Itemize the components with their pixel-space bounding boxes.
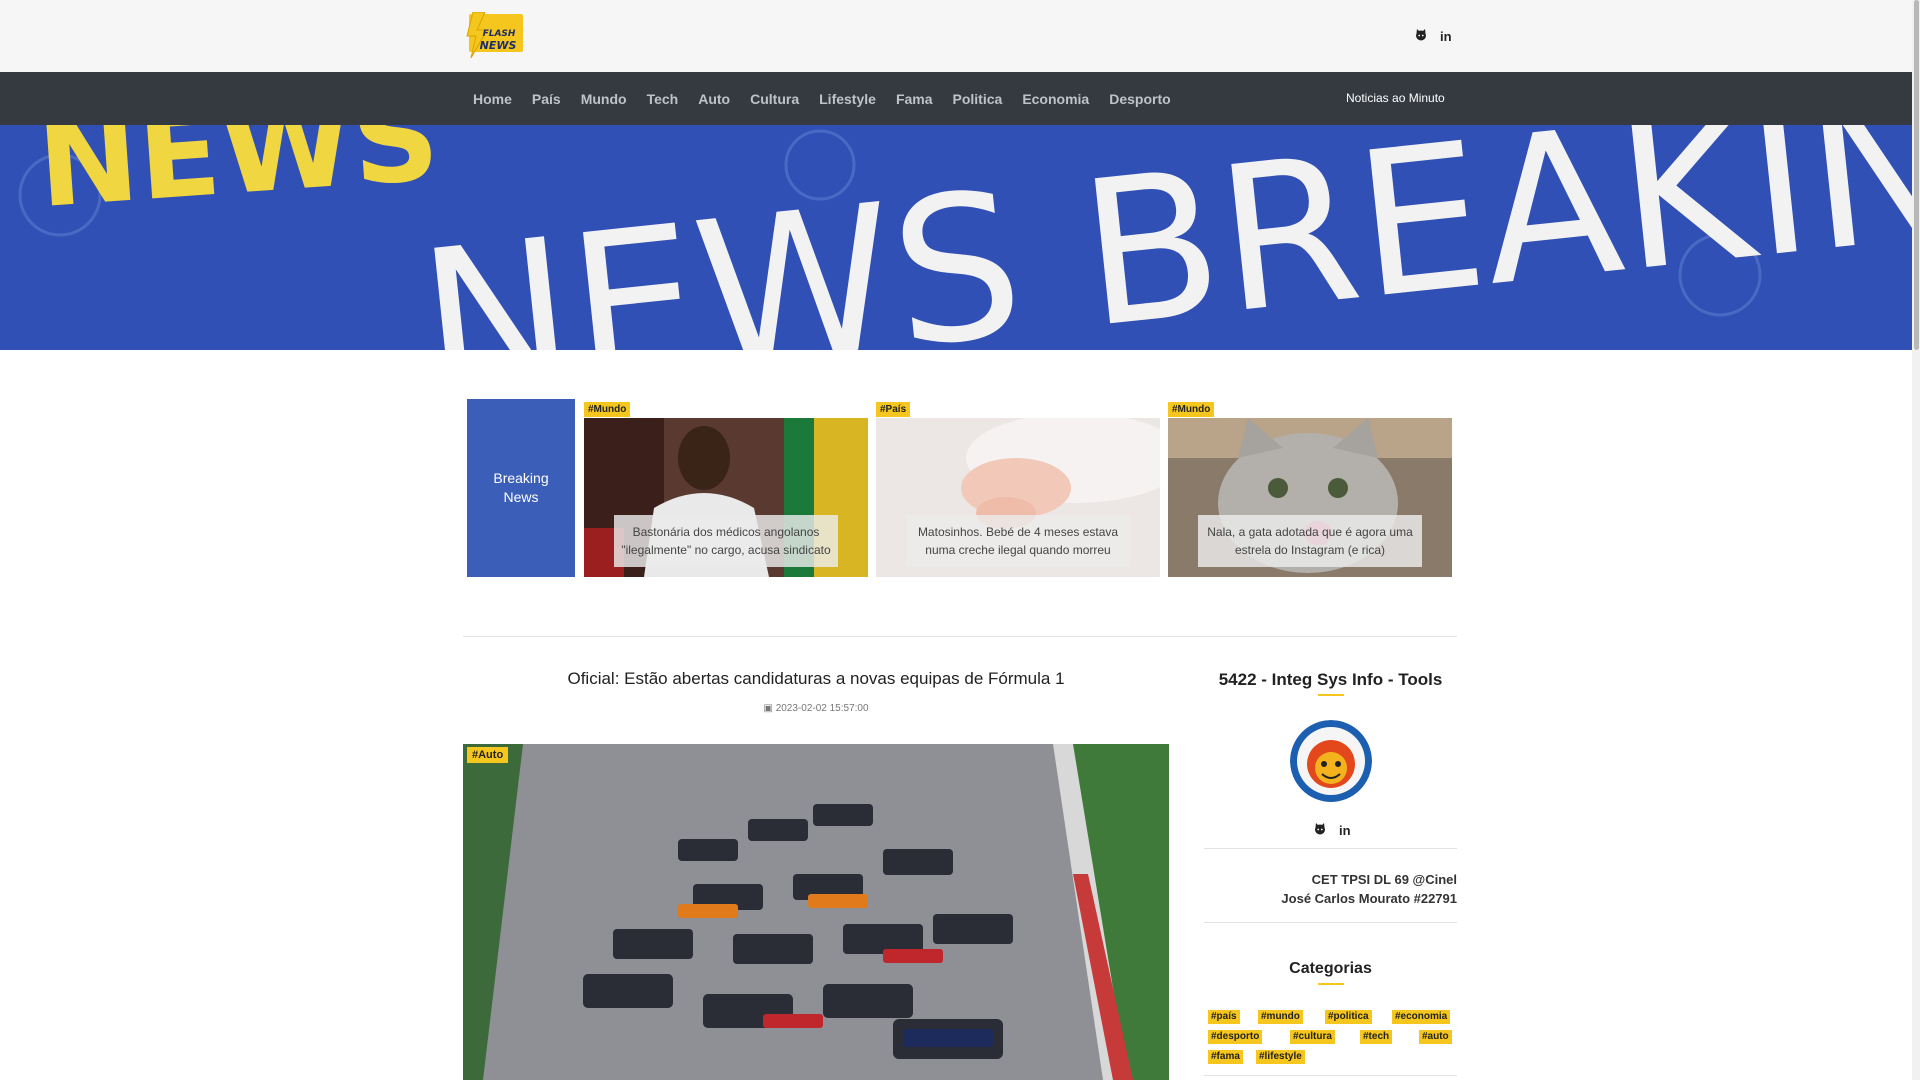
breaking-card-1-tag[interactable]: #Mundo — [584, 402, 631, 417]
category-tag-lifestyle[interactable]: #lifestyle — [1256, 1050, 1305, 1064]
breaking-card-2-caption[interactable]: Matosinhos. Bebé de 4 meses estava numa … — [906, 515, 1130, 567]
nav-item-politica[interactable]: Politica — [943, 91, 1013, 107]
categories-title-underline — [1318, 983, 1344, 985]
breaking-card-3-caption[interactable]: Nala, a gata adotada que é agora uma est… — [1198, 515, 1422, 567]
github-icon[interactable] — [1414, 28, 1428, 45]
nav-item-mundo[interactable]: Mundo — [571, 91, 637, 107]
category-tag-desporto[interactable]: #desporto — [1208, 1030, 1263, 1044]
article-title[interactable]: Oficial: Estão abertas candidaturas a no… — [463, 669, 1169, 689]
nav-item-tech[interactable]: Tech — [637, 91, 689, 107]
nav-item-economia[interactable]: Economia — [1012, 91, 1099, 107]
category-tag-fama[interactable]: #fama — [1208, 1050, 1243, 1064]
sidebar-info-line2: José Carlos Mourato #22791 — [1281, 891, 1457, 906]
sidebar-title: 5422 - Integ Sys Info - Tools — [1218, 670, 1443, 689]
github-icon[interactable] — [1313, 822, 1327, 839]
breaking-card-1-caption[interactable]: Bastonária dos médicos angolanos "ilegal… — [614, 515, 838, 567]
page-scrollbar-thumb[interactable] — [1914, 0, 1919, 350]
breaking-card-1[interactable]: #Mundo Bastonária dos médicos angolanos … — [584, 399, 868, 577]
breaking-news-label: Breaking News — [467, 399, 575, 577]
main-navbar: Home País Mundo Tech Auto Cultura Lifest… — [0, 72, 1920, 125]
category-tag-economia[interactable]: #economia — [1392, 1010, 1451, 1024]
nav-item-cultura[interactable]: Cultura — [740, 91, 809, 107]
categories-title: Categorias — [1289, 960, 1372, 977]
category-tag-auto[interactable]: #auto — [1419, 1030, 1452, 1044]
flash-news-logo[interactable]: FLASH NEWS — [463, 11, 527, 59]
category-tag-mundo[interactable]: #mundo — [1258, 1010, 1303, 1024]
nav-item-desporto[interactable]: Desporto — [1099, 91, 1180, 107]
svg-text:NEWS: NEWS — [480, 39, 517, 52]
sidebar-divider-3 — [1204, 1075, 1457, 1076]
banner-image: NEWS NEWS BREAKING NEWS — [0, 125, 1920, 350]
profile-avatar — [1290, 720, 1372, 802]
category-tag-cultura[interactable]: #cultura — [1290, 1030, 1335, 1044]
nav-noticias-ao-minuto[interactable]: Noticias ao Minuto — [1346, 72, 1445, 125]
nav-item-home[interactable]: Home — [463, 91, 522, 107]
top-bar: FLASH NEWS in — [0, 0, 1920, 72]
breaking-card-2-tag[interactable]: #País — [876, 402, 911, 417]
linkedin-icon[interactable]: in — [1339, 823, 1351, 838]
nav-item-pais[interactable]: País — [522, 91, 571, 107]
sidebar-divider-2 — [1204, 922, 1457, 923]
section-divider — [463, 636, 1457, 637]
breaking-news-banner: NEWS NEWS BREAKING NEWS — [0, 125, 1920, 350]
breaking-card-2[interactable]: #País Matosinhos. Bebé de 4 meses estava… — [876, 399, 1160, 577]
sidebar-info: CET TPSI DL 69 @Cinel José Carlos Mourat… — [1204, 870, 1457, 908]
sidebar-divider-1 — [1204, 848, 1457, 849]
category-tag-pais[interactable]: #país — [1208, 1010, 1240, 1024]
category-tag-tech[interactable]: #tech — [1360, 1030, 1393, 1044]
calendar-icon: ▣ — [763, 703, 773, 714]
nav-item-auto[interactable]: Auto — [688, 91, 740, 107]
linkedin-icon[interactable]: in — [1440, 29, 1452, 44]
sidebar-social-links: in — [1313, 822, 1351, 839]
breaking-card-3-tag[interactable]: #Mundo — [1168, 402, 1215, 417]
sidebar-title-underline — [1318, 694, 1344, 696]
nav-links: Home País Mundo Tech Auto Cultura Lifest… — [463, 72, 1181, 125]
breaking-card-3[interactable]: #Mundo Nala, a gata adotada que é agora … — [1168, 399, 1452, 577]
top-social-links: in — [1414, 28, 1452, 45]
article-date-text: 2023-02-02 15:57:00 — [775, 703, 869, 714]
nav-item-lifestyle[interactable]: Lifestyle — [809, 91, 886, 107]
nav-item-fama[interactable]: Fama — [886, 91, 943, 107]
article-date: ▣ 2023-02-02 15:57:00 — [463, 703, 1169, 714]
sidebar-info-line1: CET TPSI DL 69 @Cinel — [1311, 872, 1457, 887]
svg-text:FLASH: FLASH — [483, 29, 516, 39]
article-tag[interactable]: #Auto — [467, 747, 509, 763]
article-image[interactable] — [463, 744, 1169, 1080]
category-tag-politica[interactable]: #politica — [1325, 1010, 1372, 1024]
